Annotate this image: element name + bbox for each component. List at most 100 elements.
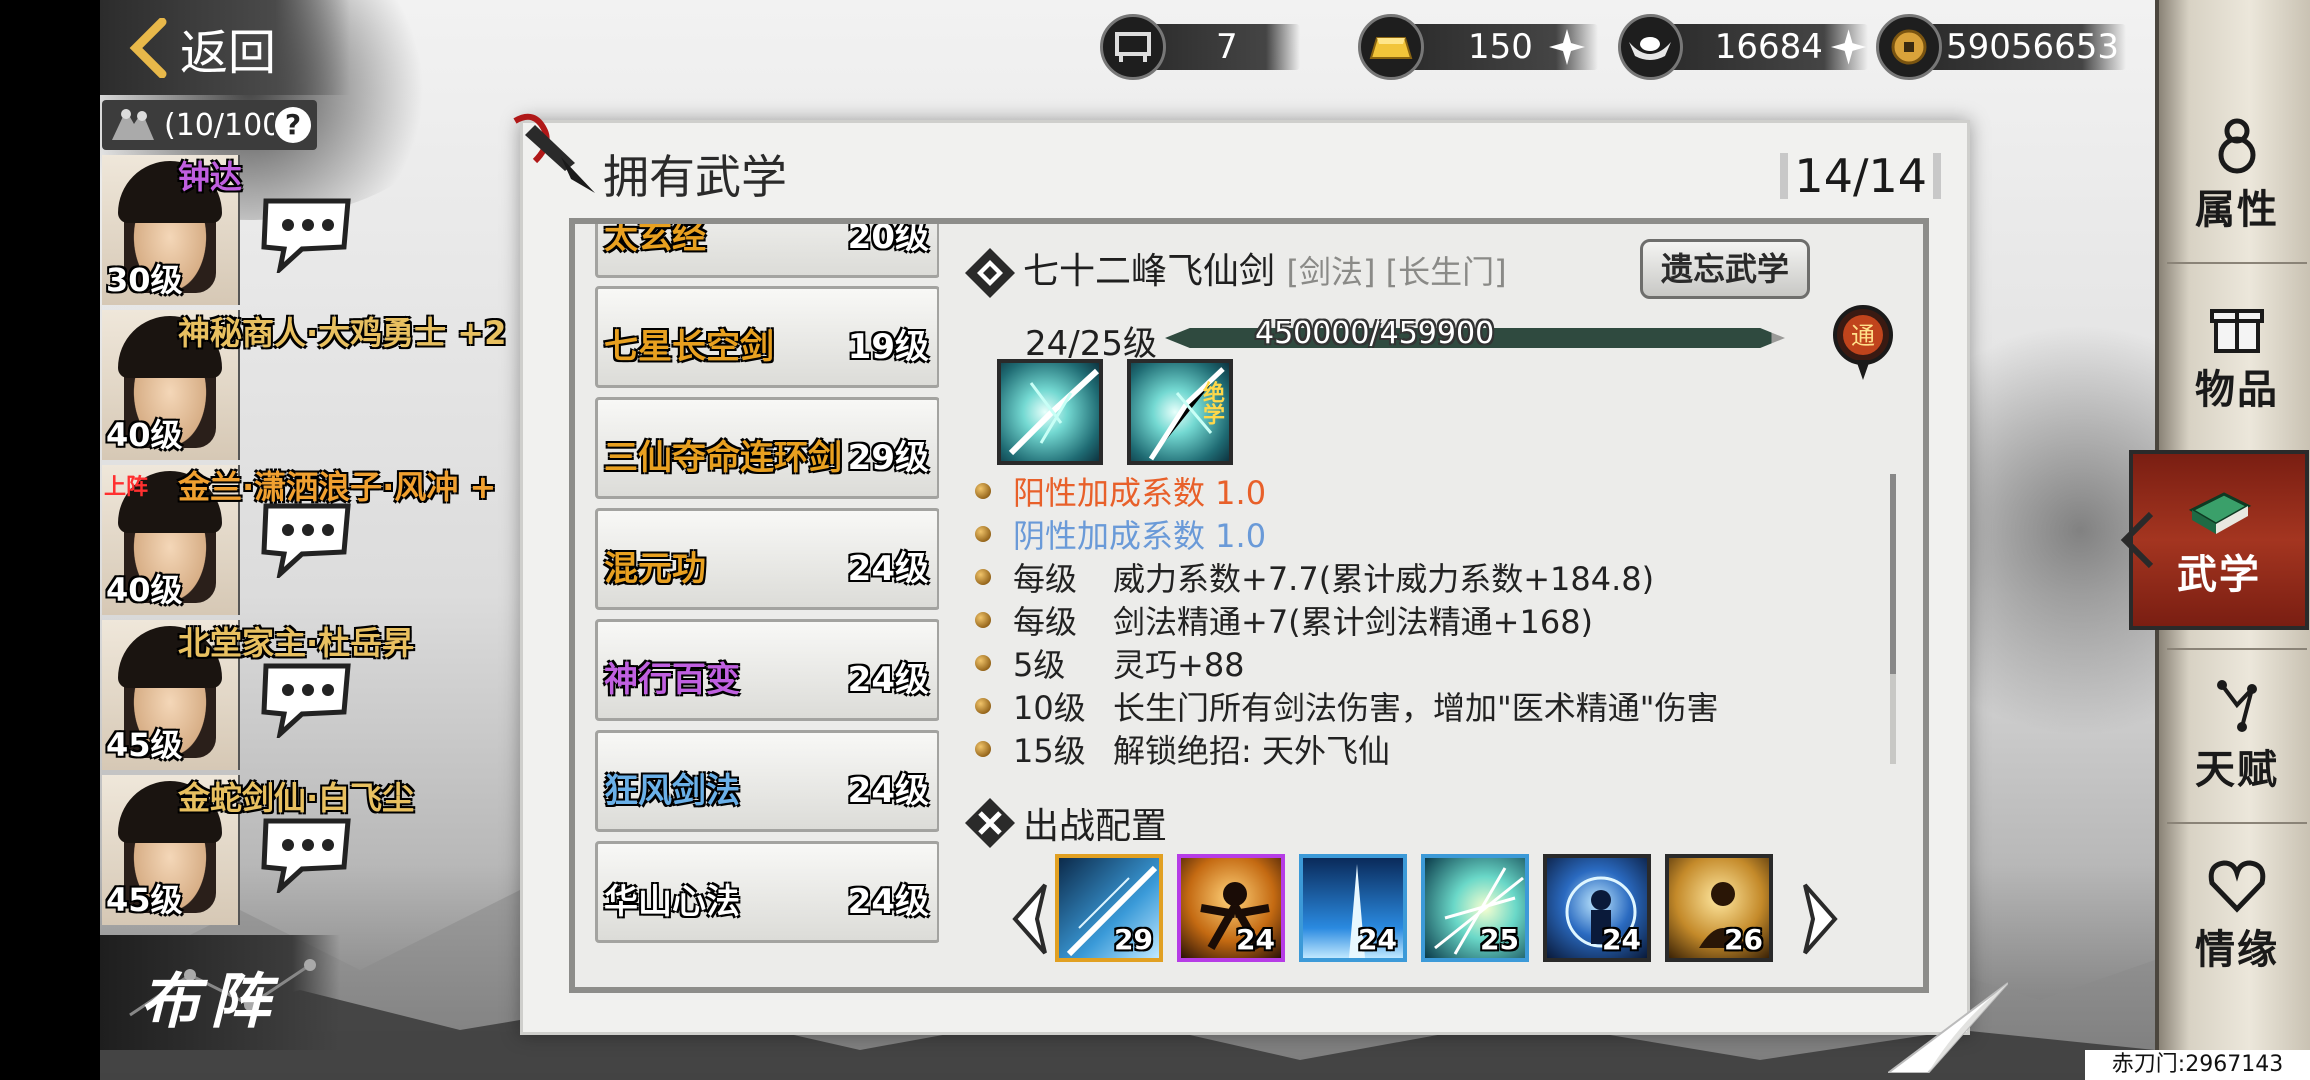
- add-silver-icon[interactable]: [1829, 27, 1868, 67]
- panel-title: 拥有武学: [603, 150, 787, 204]
- nav-label: 物品: [2195, 366, 2279, 413]
- chat-bubble-icon[interactable]: [258, 195, 354, 273]
- effect-level: 15级: [1013, 731, 1086, 770]
- skill-title: 七十二峰飞仙剑 [剑法] [长生门]: [1023, 242, 1507, 294]
- skill-name: 三仙夺命连环剑: [604, 438, 842, 478]
- skill-list-item[interactable]: 混元功 24级: [595, 508, 939, 610]
- member-level: 45级: [106, 726, 183, 764]
- effect-row: 每级 威力系数+7.7(累计威力系数+184.8): [975, 555, 1895, 598]
- resource-gold: 150: [1358, 14, 1598, 80]
- loadout-level: 29: [1114, 923, 1153, 956]
- back-button[interactable]: 返回: [100, 0, 350, 95]
- page-curl-icon[interactable]: [1888, 963, 2008, 1073]
- skill-name: 狂风剑法: [604, 771, 740, 811]
- loadout-prev-arrow[interactable]: [1005, 879, 1055, 959]
- nav-talents[interactable]: 天赋: [2167, 660, 2307, 810]
- silver-ingot-icon: [1618, 14, 1683, 80]
- effect-text: 灵巧+88: [1113, 645, 1245, 684]
- effects-scrollbar[interactable]: [1890, 474, 1896, 764]
- member-level: 40级: [106, 416, 183, 454]
- side-nav: 属性 物品 武学 天赋 情缘: [2120, 0, 2310, 1080]
- dart-icon: [513, 113, 595, 193]
- formation-button[interactable]: 布阵: [100, 935, 340, 1050]
- effect-level: 每级: [1013, 559, 1078, 598]
- forget-skill-button[interactable]: 遗忘武学: [1640, 239, 1810, 299]
- skill-level: 29级: [847, 438, 929, 478]
- panel-inner-frame: 太玄经 20级 七星长空剑 19级 三仙夺命连环剑 29级 混元功 24级 神行…: [569, 218, 1929, 993]
- nav-bonds[interactable]: 情缘: [2167, 840, 2307, 990]
- effect-row: 5级 灵巧+88: [975, 641, 1895, 684]
- chat-bubble-icon[interactable]: [258, 660, 354, 738]
- mastery-seal-icon[interactable]: 通: [1830, 302, 1896, 382]
- effect-level: 10级: [1013, 688, 1086, 727]
- skill-list-item[interactable]: 狂风剑法 24级: [595, 730, 939, 832]
- skill-detail: 七十二峰飞仙剑 [剑法] [长生门] 遗忘武学 24/25级 450000/45…: [955, 224, 1920, 989]
- effect-text: 解锁绝招: 天外飞仙: [1113, 731, 1390, 770]
- loadout-level: 26: [1724, 923, 1763, 956]
- skill-name: 华山心法: [604, 882, 740, 922]
- skill-art-icon[interactable]: [997, 359, 1103, 465]
- help-button[interactable]: ?: [275, 107, 311, 143]
- chat-bubble-icon[interactable]: [258, 815, 354, 893]
- nav-attributes[interactable]: 属性: [2167, 100, 2307, 250]
- ultimate-skill-icon[interactable]: 绝学: [1127, 359, 1233, 465]
- heart-icon: [2208, 860, 2266, 913]
- server-tag: 赤刀门:2967143: [2085, 1050, 2310, 1080]
- add-gold-icon[interactable]: [1547, 27, 1587, 67]
- chat-bubble-icon[interactable]: [258, 500, 354, 578]
- skill-level: 20级: [847, 224, 929, 257]
- skill-name: 太玄经: [604, 224, 706, 257]
- skill-list-item[interactable]: 七星长空剑 19级: [595, 286, 939, 388]
- nav-martial-arts[interactable]: 武学: [2129, 450, 2309, 630]
- resource-coin: 59056653: [1876, 14, 2126, 80]
- skill-list-item[interactable]: 华山心法 24级: [595, 841, 939, 943]
- loadout-slot[interactable]: 25: [1421, 854, 1529, 962]
- effect-text: 威力系数+7.7(累计威力系数+184.8): [1113, 559, 1655, 598]
- member-level: 40级: [106, 571, 183, 609]
- resource-cart: 7: [1100, 14, 1300, 80]
- crossed-swords-icon: [965, 798, 1015, 848]
- effect-text: 剑法精通+7(累计剑法精通+168): [1113, 602, 1594, 641]
- effect-row: 10级 长生门所有剑法伤害，增加"医术精通"伤害: [975, 684, 1895, 727]
- loadout-slot[interactable]: 24: [1299, 854, 1407, 962]
- loadout-slot[interactable]: 24: [1543, 854, 1651, 962]
- loadout-slot[interactable]: 29: [1055, 854, 1163, 962]
- skill-level: 24级: [847, 660, 929, 700]
- deployed-tag: 上阵: [104, 475, 149, 500]
- resource-value: 150: [1468, 27, 1533, 67]
- skill-list-item[interactable]: 三仙夺命连环剑 29级: [595, 397, 939, 499]
- resource-value: 16684: [1714, 27, 1823, 67]
- coin-icon: [1876, 14, 1942, 80]
- loadout-level: 25: [1480, 923, 1519, 956]
- effect-text: 阴性加成系数 1.0: [1013, 516, 1267, 555]
- nav-label: 天赋: [2195, 746, 2279, 793]
- skill-name: 神行百变: [604, 660, 740, 700]
- skill-level: 24级: [847, 771, 929, 811]
- skill-level: 24级: [847, 549, 929, 589]
- member-name: 金蛇剑仙·白飞尘: [178, 779, 415, 817]
- nav-label: 情缘: [2195, 926, 2279, 973]
- nav-label: 武学: [2177, 551, 2261, 598]
- giftbox-icon: [2210, 309, 2264, 353]
- skill-list-item[interactable]: 神行百变 24级: [595, 619, 939, 721]
- skill-tags: [剑法] [长生门]: [1286, 253, 1507, 291]
- skill-list-item[interactable]: 太玄经 20级: [595, 224, 939, 278]
- skill-level: 19级: [847, 327, 929, 367]
- loadout-slot[interactable]: 26: [1665, 854, 1773, 962]
- loadout-slot[interactable]: 24: [1177, 854, 1285, 962]
- loadout-next-arrow[interactable]: [1795, 879, 1845, 959]
- loadout-level: 24: [1358, 923, 1397, 956]
- skill-list[interactable]: 太玄经 20级 七星长空剑 19级 三仙夺命连环剑 29级 混元功 24级 神行…: [589, 224, 939, 989]
- member-name: 钟达: [178, 158, 243, 196]
- active-pointer-icon: [2120, 511, 2154, 569]
- member-name: 神秘商人·大鸡勇士 +2: [178, 314, 507, 352]
- member-level: 30级: [106, 261, 183, 299]
- book-icon: [2188, 492, 2252, 534]
- nav-items[interactable]: 物品: [2167, 280, 2307, 430]
- party-count-label: (10/100: [164, 107, 274, 143]
- effect-level: 每级: [1013, 602, 1078, 641]
- constellation-icon: [2217, 680, 2257, 732]
- party-count-bar: (10/100 ?: [102, 100, 317, 150]
- effect-text: 长生门所有剑法伤害，增加"医术精通"伤害: [1113, 688, 1719, 727]
- effect-row: 15级 解锁绝招: 天外飞仙: [975, 727, 1895, 770]
